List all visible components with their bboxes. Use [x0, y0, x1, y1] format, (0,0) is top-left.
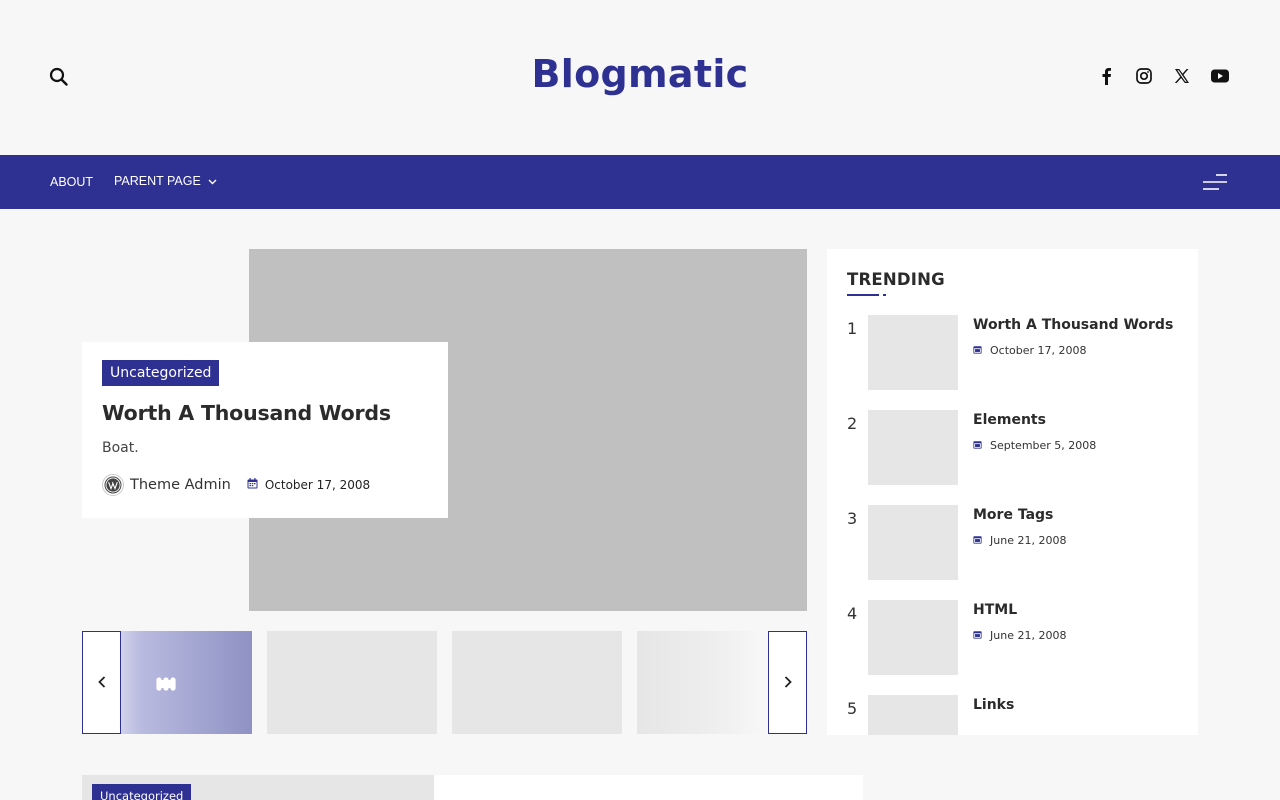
trending-date-text: October 17, 2008 — [990, 344, 1087, 357]
trending-item: 3 More Tags June 21, 2008 — [847, 505, 1187, 580]
nav-item-parent-page[interactable]: PARENT PAGE — [114, 174, 217, 188]
hamburger-icon[interactable] — [1202, 171, 1228, 193]
trending-item: 2 Elements September 5, 2008 — [847, 410, 1187, 485]
trending-item: 5 Links — [847, 695, 1187, 735]
calendar-icon — [973, 629, 982, 642]
trending-widget: TRENDING 1 Worth A Thousand Words Octobe… — [827, 249, 1198, 735]
hero-post-excerpt: Boat. — [102, 440, 139, 456]
trending-rank: 1 — [847, 319, 858, 338]
widget-title: TRENDING — [847, 270, 945, 289]
trending-thumbnail[interactable] — [868, 410, 958, 485]
trending-post-title[interactable]: Worth A Thousand Words — [973, 317, 1173, 333]
trending-post-date[interactable]: June 21, 2008 — [973, 534, 1066, 547]
trending-date-text: June 21, 2008 — [990, 629, 1067, 642]
instagram-icon[interactable] — [1134, 66, 1154, 86]
post-card — [434, 775, 863, 800]
category-badge[interactable]: Uncategorized — [102, 360, 220, 386]
trending-post-title[interactable]: Elements — [973, 412, 1046, 428]
category-badge[interactable]: Uncategorized — [92, 784, 192, 800]
main-navigation: ABOUT PARENT PAGE — [0, 155, 1280, 209]
avatar[interactable] — [102, 474, 124, 496]
trending-thumbnail[interactable] — [868, 600, 958, 675]
title-underline-dot — [883, 294, 886, 296]
chevron-left-icon — [97, 673, 106, 692]
post-date[interactable]: October 17, 2008 — [247, 478, 370, 492]
post-meta: Theme Admin October 17, 2008 — [102, 474, 428, 496]
nav-item-label: PARENT PAGE — [114, 174, 201, 188]
trending-thumbnail[interactable] — [868, 695, 958, 735]
x-twitter-icon[interactable] — [1172, 66, 1192, 86]
trending-post-title[interactable]: More Tags — [973, 507, 1053, 523]
trending-post-title[interactable]: HTML — [973, 602, 1017, 618]
trending-rank: 3 — [847, 509, 858, 528]
grid-icon — [156, 676, 176, 695]
calendar-icon — [973, 439, 982, 452]
nav-item-about[interactable]: ABOUT — [50, 175, 93, 189]
social-links — [1096, 66, 1230, 86]
calendar-icon — [973, 534, 982, 547]
post-date-text: October 17, 2008 — [264, 478, 371, 492]
site-header: Blogmatic — [0, 0, 1280, 155]
youtube-icon[interactable] — [1210, 66, 1230, 86]
chevron-down-icon — [208, 174, 217, 188]
hero-post-title[interactable]: Worth A Thousand Words — [102, 400, 428, 426]
trending-date-text: September 5, 2008 — [990, 439, 1097, 452]
facebook-icon[interactable] — [1096, 66, 1116, 86]
nav-item-label: ABOUT — [50, 175, 94, 189]
hero-post-card: Uncategorized Worth A Thousand Words Boa… — [82, 342, 448, 518]
carousel-prev-button[interactable] — [82, 631, 121, 734]
trending-thumbnail[interactable] — [868, 505, 958, 580]
trending-post-date[interactable]: June 21, 2008 — [973, 629, 1066, 642]
author-name[interactable]: Theme Admin — [130, 477, 231, 493]
trending-post-date[interactable]: September 5, 2008 — [973, 439, 1096, 452]
trending-thumbnail[interactable] — [868, 315, 958, 390]
calendar-icon — [973, 344, 982, 357]
trending-item: 1 Worth A Thousand Words October 17, 200… — [847, 315, 1187, 390]
trending-rank: 5 — [847, 699, 858, 718]
title-underline — [847, 294, 879, 296]
trending-item: 4 HTML June 21, 2008 — [847, 600, 1187, 675]
trending-rank: 2 — [847, 414, 858, 433]
carousel-next-button[interactable] — [768, 631, 807, 734]
chevron-right-icon — [784, 673, 792, 692]
site-title[interactable]: Blogmatic — [0, 52, 1280, 96]
calendar-icon — [247, 478, 258, 492]
trending-post-title[interactable]: Links — [973, 697, 1014, 713]
trending-rank: 4 — [847, 604, 858, 623]
trending-post-date[interactable]: October 17, 2008 — [973, 344, 1087, 357]
carousel-thumbnail[interactable] — [452, 631, 622, 734]
carousel-thumbnail[interactable] — [267, 631, 437, 734]
trending-date-text: June 21, 2008 — [990, 534, 1067, 547]
